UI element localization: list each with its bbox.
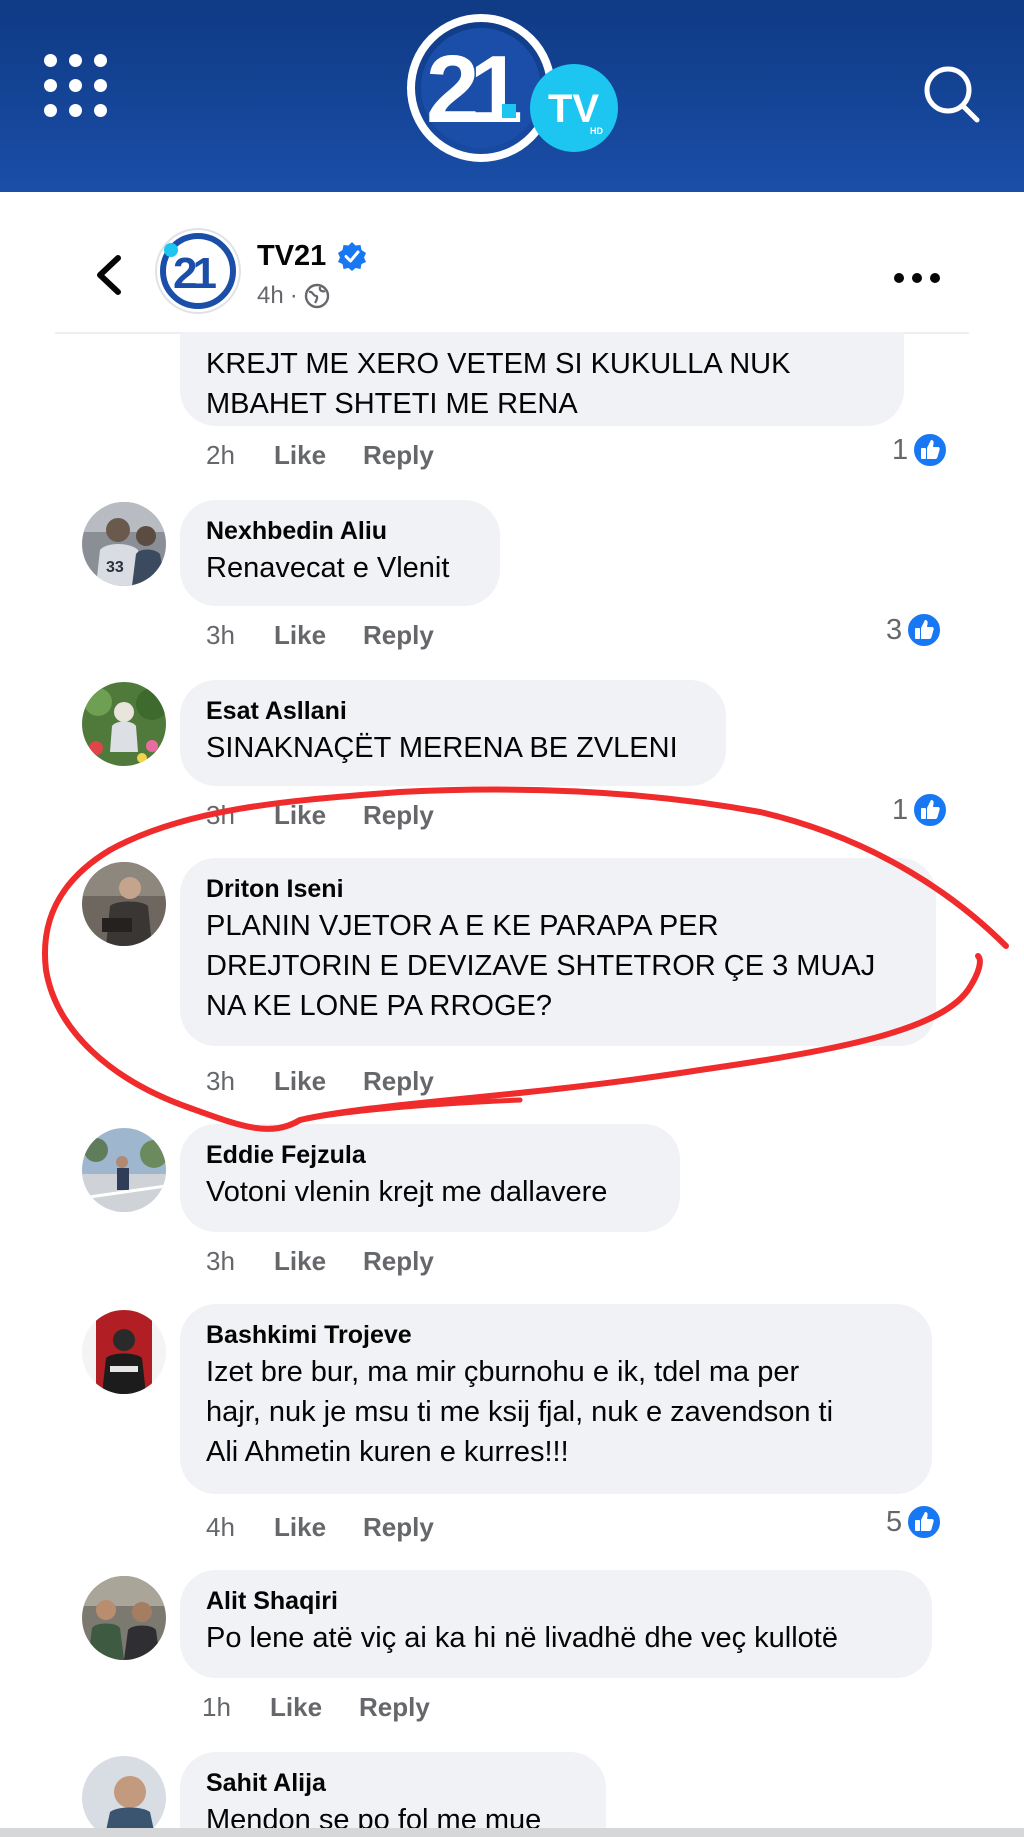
avatar[interactable] — [82, 862, 166, 946]
logo-text: 21 — [426, 36, 520, 143]
logo-badge: TV — [548, 87, 599, 131]
comment-bubble[interactable]: Driton Iseni PLANIN VJETOR A E KE PARAPA… — [180, 858, 936, 1046]
comment-text: SINAKNAÇËT MERENA BE ZVLENI — [206, 732, 678, 764]
comment-list: KREJT ME XERO VETEM SI KUKULLA NUK MBAHE… — [0, 332, 1024, 1832]
commenter-name[interactable]: Bashkimi Trojeve — [206, 1318, 908, 1352]
comment-actions: 3h Like Reply — [206, 620, 434, 651]
like-button[interactable]: Like — [274, 1246, 363, 1277]
comment-actions: 2h Like Reply — [206, 440, 434, 471]
reply-button[interactable]: Reply — [363, 1066, 434, 1097]
comment-time[interactable]: 2h — [206, 440, 274, 471]
avatar[interactable] — [82, 1310, 166, 1394]
like-thumb-icon — [912, 792, 949, 828]
comment-bubble[interactable]: Bashkimi Trojeve Izet bre bur, ma mir çb… — [180, 1304, 932, 1494]
page-name[interactable]: TV21 — [257, 240, 326, 273]
page-avatar[interactable]: 21 — [155, 228, 241, 314]
bottom-bar — [0, 1828, 1024, 1837]
post-time[interactable]: 4h — [257, 282, 284, 310]
comment-text: Votoni vlenin krejt me dallavere — [206, 1176, 608, 1208]
reaction-count[interactable]: 1 — [892, 432, 949, 468]
comment-text: Po lene atë viç ai ka hi në livadhë dhe … — [206, 1622, 838, 1654]
comment-actions: 3h Like Reply — [206, 1066, 434, 1097]
app-header: 21 TV HD — [0, 0, 1024, 192]
avatar[interactable] — [82, 682, 166, 766]
comment-time[interactable]: 1h — [202, 1692, 270, 1723]
comment-actions: 3h Like Reply — [206, 1246, 434, 1277]
comment-bubble[interactable]: Alit Shaqiri Po lene atë viç ai ka hi në… — [180, 1570, 932, 1678]
reaction-count[interactable]: 3 — [886, 612, 943, 648]
reply-button[interactable]: Reply — [363, 620, 434, 651]
comment-time[interactable]: 3h — [206, 1066, 274, 1097]
svg-text:21: 21 — [173, 249, 216, 298]
comment-text: Renavecat e Vlenit — [206, 552, 450, 584]
like-thumb-icon — [906, 1504, 943, 1540]
reply-button[interactable]: Reply — [363, 800, 434, 831]
comment-time[interactable]: 4h — [206, 1512, 274, 1543]
comment-text: Izet bre bur, ma mir çburnohu e ik, tdel… — [206, 1356, 834, 1468]
reaction-number: 3 — [886, 613, 903, 646]
like-button[interactable]: Like — [274, 1512, 363, 1543]
reaction-count[interactable]: 1 — [892, 792, 949, 828]
logo-badge-sub: HD — [590, 126, 603, 136]
reply-button[interactable]: Reply — [363, 440, 434, 471]
reply-button[interactable]: Reply — [359, 1692, 430, 1723]
comment-bubble[interactable]: KREJT ME XERO VETEM SI KUKULLA NUK MBAHE… — [180, 332, 904, 426]
commenter-name[interactable]: Eddie Fejzula — [206, 1138, 656, 1172]
comment-time[interactable]: 3h — [206, 1246, 274, 1277]
search-icon[interactable] — [920, 62, 984, 126]
verified-badge-icon — [338, 242, 366, 271]
tv21-logo[interactable]: 21 TV HD — [402, 6, 632, 176]
comment-text: KREJT ME XERO VETEM SI KUKULLA NUK MBAHE… — [206, 348, 791, 420]
comment-bubble[interactable]: Nexhbedin Aliu Renavecat e Vlenit — [180, 500, 500, 606]
like-button[interactable]: Like — [274, 620, 363, 651]
commenter-name[interactable]: Esat Asllani — [206, 694, 702, 728]
commenter-name[interactable]: Sahit Alija — [206, 1766, 582, 1800]
globe-icon — [304, 283, 329, 309]
like-button[interactable]: Like — [274, 440, 363, 471]
commenter-name[interactable]: Alit Shaqiri — [206, 1584, 908, 1618]
comment-time[interactable]: 3h — [206, 800, 274, 831]
chevron-left-icon[interactable] — [90, 250, 130, 300]
commenter-name[interactable]: Driton Iseni — [206, 872, 912, 906]
comment-actions: 3h Like Reply — [206, 800, 434, 831]
reaction-number: 1 — [892, 433, 909, 466]
comment-bubble[interactable]: Sahit Alija Mendon se po fol me mue — [180, 1752, 606, 1832]
post-meta: 4h · — [257, 282, 330, 310]
comment-actions: 1h Like Reply — [202, 1692, 430, 1723]
reply-button[interactable]: Reply — [363, 1246, 434, 1277]
comment-actions: 4h Like Reply — [206, 1512, 434, 1543]
like-thumb-icon — [912, 432, 949, 468]
avatar[interactable] — [82, 1128, 166, 1212]
reaction-count[interactable]: 5 — [886, 1504, 943, 1540]
like-button[interactable]: Like — [274, 1066, 363, 1097]
like-thumb-icon — [906, 612, 943, 648]
like-button[interactable]: Like — [274, 800, 363, 831]
like-button[interactable]: Like — [270, 1692, 359, 1723]
avatar[interactable]: 33 — [82, 502, 166, 586]
svg-text:33: 33 — [106, 559, 124, 576]
meta-separator: · — [289, 282, 298, 309]
reaction-number: 1 — [892, 793, 909, 826]
avatar[interactable] — [82, 1576, 166, 1660]
comment-bubble[interactable]: Eddie Fejzula Votoni vlenin krejt me dal… — [180, 1124, 680, 1232]
grid-menu-icon[interactable] — [44, 54, 108, 118]
post-header: 21 TV21 4h · — [0, 192, 1024, 334]
commenter-name[interactable]: Nexhbedin Aliu — [206, 514, 476, 548]
comment-text: PLANIN VJETOR A E KE PARAPA PER DREJTORI… — [206, 910, 876, 1022]
reaction-number: 5 — [886, 1505, 903, 1538]
comment-bubble[interactable]: Esat Asllani SINAKNAÇËT MERENA BE ZVLENI — [180, 680, 726, 786]
reply-button[interactable]: Reply — [363, 1512, 434, 1543]
avatar[interactable] — [82, 1756, 166, 1832]
comment-time[interactable]: 3h — [206, 620, 274, 651]
more-options-icon[interactable] — [894, 268, 940, 288]
